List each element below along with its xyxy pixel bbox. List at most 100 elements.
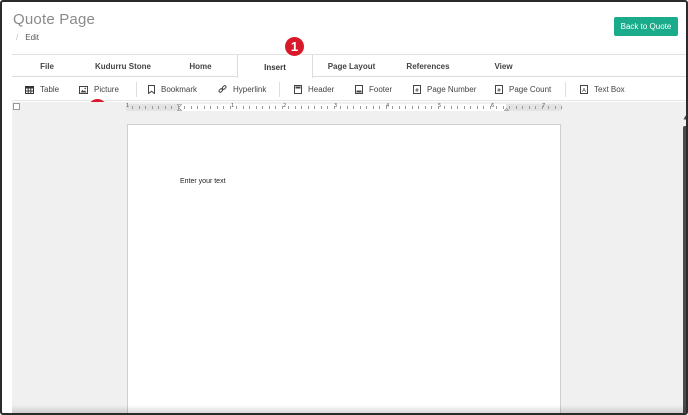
tab-references[interactable]: References — [390, 55, 466, 78]
ruler-tick — [555, 106, 556, 109]
scroll-up-arrow[interactable] — [683, 115, 688, 121]
picture-button[interactable]: Picture — [79, 78, 119, 101]
ruler-tick — [457, 106, 458, 109]
vertical-scrollbar[interactable] — [683, 126, 686, 413]
ruler-tick — [444, 106, 445, 109]
ruler-number: 1 — [126, 103, 130, 109]
ruler-tick — [542, 106, 543, 109]
svg-text:#: # — [497, 88, 501, 94]
tab-view[interactable]: View — [466, 55, 541, 78]
ruler-tick — [132, 106, 133, 109]
ribbon-tabs: File Kudurru Stone Home Insert Page Layo… — [12, 54, 686, 79]
ruler-tick — [171, 106, 172, 109]
tab-insert[interactable]: Insert — [237, 55, 313, 79]
ruler-tick — [139, 106, 140, 109]
ruler-tick — [158, 106, 159, 109]
ruler-tick — [392, 106, 393, 109]
toolbar-divider — [565, 82, 566, 97]
ruler-tick — [184, 106, 185, 109]
horizontal-ruler[interactable]: 1 1 2 3 4 5 6 7 — [126, 103, 562, 111]
toolbar-divider — [136, 82, 137, 97]
ruler-tick — [529, 106, 530, 109]
tab-kudurru-stone[interactable]: Kudurru Stone — [82, 55, 164, 78]
ruler-tick — [308, 106, 309, 109]
ruler-tick — [197, 106, 198, 109]
breadcrumb-separator: / — [16, 33, 19, 42]
insert-toolbar: Table Picture Bookmark Hyperlink Header … — [12, 78, 686, 101]
step-badge-1: 1 — [285, 37, 304, 56]
ruler-tick — [204, 106, 205, 109]
document-page[interactable]: Enter your text — [127, 124, 561, 413]
ruler-tick — [301, 106, 302, 109]
ruler-tick — [178, 106, 179, 109]
ruler-tick — [425, 106, 426, 109]
ruler-tick — [516, 106, 517, 109]
ruler-tick — [535, 106, 536, 109]
ruler-tick — [275, 106, 276, 109]
ruler-tick — [152, 106, 153, 109]
footer-icon — [355, 85, 363, 94]
ruler-tick — [340, 106, 341, 109]
ruler-tick — [288, 106, 289, 109]
back-to-quote-button[interactable]: Back to Quote — [614, 17, 678, 36]
tab-page-layout[interactable]: Page Layout — [313, 55, 390, 78]
ruler-tick — [243, 106, 244, 109]
ruler-tick — [509, 106, 510, 109]
footer-label: Footer — [369, 85, 393, 94]
tab-file[interactable]: File — [12, 55, 82, 78]
ruler-tick — [353, 106, 354, 109]
page-number-button[interactable]: # Page Number — [413, 78, 476, 101]
ruler-tick — [321, 106, 322, 109]
ruler-tick — [503, 106, 504, 109]
page-count-button[interactable]: # Page Count — [495, 78, 551, 101]
ruler-tick — [314, 106, 315, 109]
table-button[interactable]: Table — [25, 78, 59, 101]
ruler-tick — [210, 106, 211, 109]
table-icon — [25, 85, 34, 94]
page-number-label: Page Number — [427, 85, 477, 94]
header-button[interactable]: Header — [294, 78, 334, 101]
app-window: Quote Page / Edit Back to Quote File Kud… — [0, 0, 688, 415]
ruler-tick — [470, 106, 471, 109]
text-box-icon: A — [580, 85, 588, 94]
hyperlink-button[interactable]: Hyperlink — [218, 78, 266, 101]
picture-label: Picture — [94, 85, 119, 94]
tab-home[interactable]: Home — [164, 55, 237, 78]
header-label: Header — [308, 85, 335, 94]
text-box-button[interactable]: A Text Box — [580, 78, 625, 101]
ruler-tick — [379, 106, 380, 109]
ruler-tick — [262, 106, 263, 109]
ruler-tick — [451, 106, 452, 109]
link-icon — [218, 85, 227, 94]
ruler-tick — [399, 106, 400, 109]
ruler-tick — [223, 106, 224, 109]
bookmark-button[interactable]: Bookmark — [148, 78, 197, 101]
tab-stop-selector[interactable] — [13, 103, 20, 110]
document-text[interactable]: Enter your text — [180, 178, 226, 185]
ruler-tick — [360, 106, 361, 109]
ruler-tick — [418, 106, 419, 109]
svg-text:A: A — [582, 88, 586, 94]
ruler-number: 1 — [231, 103, 235, 109]
ruler-tick — [165, 106, 166, 109]
svg-text:#: # — [415, 88, 419, 94]
ruler-tick — [230, 106, 231, 109]
text-box-label: Text Box — [594, 85, 625, 94]
ruler-tick — [438, 106, 439, 109]
bottom-shadow — [12, 405, 686, 413]
ruler-tick — [464, 106, 465, 109]
ruler-tick — [145, 106, 146, 109]
ruler-number: 6 — [491, 103, 495, 109]
ruler-tick — [269, 106, 270, 109]
bookmark-label: Bookmark — [161, 85, 198, 94]
hyperlink-label: Hyperlink — [233, 85, 267, 94]
ruler-tick — [347, 106, 348, 109]
ruler-tick — [496, 106, 497, 109]
table-label: Table — [40, 85, 60, 94]
ruler-tick — [561, 106, 562, 109]
footer-button[interactable]: Footer — [355, 78, 392, 101]
ruler-tick — [334, 106, 335, 109]
ruler-tick — [522, 106, 523, 109]
picture-icon — [79, 85, 88, 94]
bookmark-icon — [148, 85, 155, 94]
